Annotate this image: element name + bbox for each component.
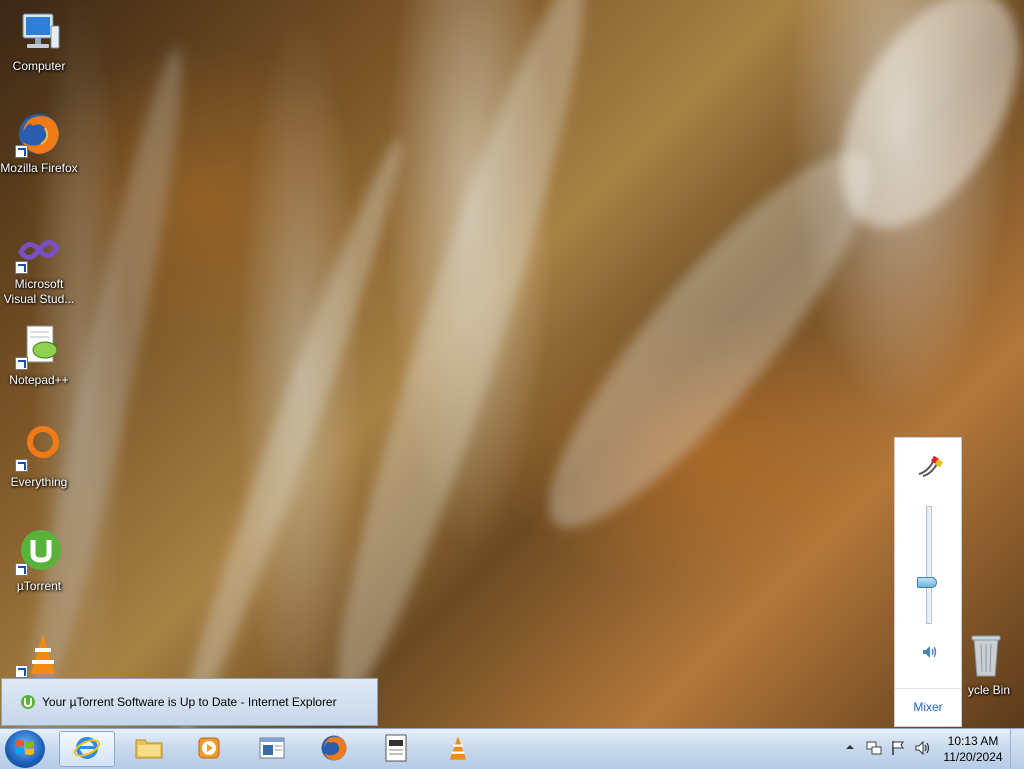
taskbar-vlc[interactable] bbox=[430, 731, 486, 767]
desktop-icon-visual-studio[interactable]: Microsoft Visual Stud... bbox=[0, 226, 78, 307]
shortcut-arrow-icon bbox=[15, 357, 28, 370]
speaker-mute-icon[interactable] bbox=[921, 644, 937, 660]
mixer-link[interactable]: Mixer bbox=[895, 700, 961, 714]
volume-slider[interactable] bbox=[917, 506, 941, 624]
visual-studio-icon bbox=[15, 226, 63, 274]
clock-time: 10:13 AM bbox=[947, 734, 999, 748]
taskbar-media-player[interactable] bbox=[181, 731, 237, 767]
computer-icon bbox=[15, 8, 63, 56]
shortcut-arrow-icon bbox=[15, 459, 28, 472]
shortcut-arrow-icon bbox=[15, 665, 28, 678]
clock[interactable]: 10:13 AM 11/20/2024 bbox=[940, 733, 1006, 765]
shortcut-arrow-icon bbox=[15, 261, 28, 274]
taskbar-explorer[interactable] bbox=[121, 731, 177, 767]
chevron-up-icon bbox=[844, 742, 856, 756]
taskbar-window-app[interactable] bbox=[244, 731, 300, 767]
desktop-icon-computer[interactable]: Computer bbox=[0, 8, 78, 74]
taskbar-firefox[interactable] bbox=[306, 731, 362, 767]
everything-icon bbox=[15, 424, 63, 472]
internet-explorer-icon bbox=[73, 734, 101, 765]
desktop-icon-utorrent[interactable]: µTorrent bbox=[0, 528, 78, 594]
taskbar-preview[interactable]: Your µTorrent Software is Up to Date - I… bbox=[1, 678, 378, 726]
show-hidden-icons-button[interactable] bbox=[844, 741, 856, 755]
desktop-icon-everything[interactable]: Everything bbox=[0, 424, 78, 490]
action-center-flag-icon[interactable] bbox=[890, 740, 906, 756]
desktop-icon-vlc[interactable] bbox=[0, 630, 78, 681]
speakers-cable-icon[interactable] bbox=[915, 452, 944, 480]
media-player-icon bbox=[196, 735, 222, 764]
shortcut-arrow-icon bbox=[15, 145, 28, 158]
volume-slider-thumb[interactable] bbox=[917, 577, 937, 588]
document-icon bbox=[384, 734, 408, 765]
notepadpp-icon bbox=[15, 322, 63, 370]
recycle-bin-icon bbox=[962, 632, 1010, 680]
desktop-icon-label: Notepad++ bbox=[9, 373, 69, 387]
taskbar: 10:13 AM 11/20/2024 bbox=[0, 728, 1024, 769]
desktop-icon-label: µTorrent bbox=[16, 579, 62, 593]
start-button[interactable] bbox=[5, 730, 45, 768]
taskbar-preview-title: Your µTorrent Software is Up to Date - I… bbox=[42, 695, 337, 709]
desktop-icon-notepadpp[interactable]: Notepad++ bbox=[0, 322, 78, 388]
vlc-icon bbox=[15, 630, 63, 678]
desktop-icon-label: Mozilla Firefox bbox=[0, 161, 78, 175]
volume-slider-track bbox=[926, 506, 932, 624]
window-icon bbox=[258, 736, 286, 763]
windows-logo-icon bbox=[14, 737, 36, 762]
utorrent-icon bbox=[15, 528, 63, 576]
firefox-icon bbox=[319, 733, 349, 766]
taskbar-document-app[interactable] bbox=[368, 731, 424, 767]
utorrent-icon bbox=[20, 694, 36, 710]
desktop: Computer Mozilla Firefox Microsoft Visua… bbox=[0, 0, 1024, 728]
desktop-icon-firefox[interactable]: Mozilla Firefox bbox=[0, 110, 78, 176]
network-tray-icon[interactable] bbox=[866, 740, 882, 756]
firefox-icon bbox=[15, 110, 63, 158]
clock-date: 11/20/2024 bbox=[943, 750, 1003, 764]
volume-flyout: Mixer bbox=[894, 437, 962, 727]
taskbar-internet-explorer[interactable] bbox=[59, 731, 115, 767]
show-desktop-button[interactable] bbox=[1010, 729, 1024, 769]
flyout-divider bbox=[895, 688, 961, 689]
shortcut-arrow-icon bbox=[15, 563, 28, 576]
desktop-icon-label: Everything bbox=[10, 475, 68, 489]
desktop-icon-label: Microsoft Visual Stud... bbox=[3, 277, 75, 306]
volume-tray-icon[interactable] bbox=[914, 740, 930, 756]
vlc-icon bbox=[444, 733, 472, 766]
desktop-icon-label: Computer bbox=[12, 59, 66, 73]
folder-icon bbox=[134, 735, 164, 764]
